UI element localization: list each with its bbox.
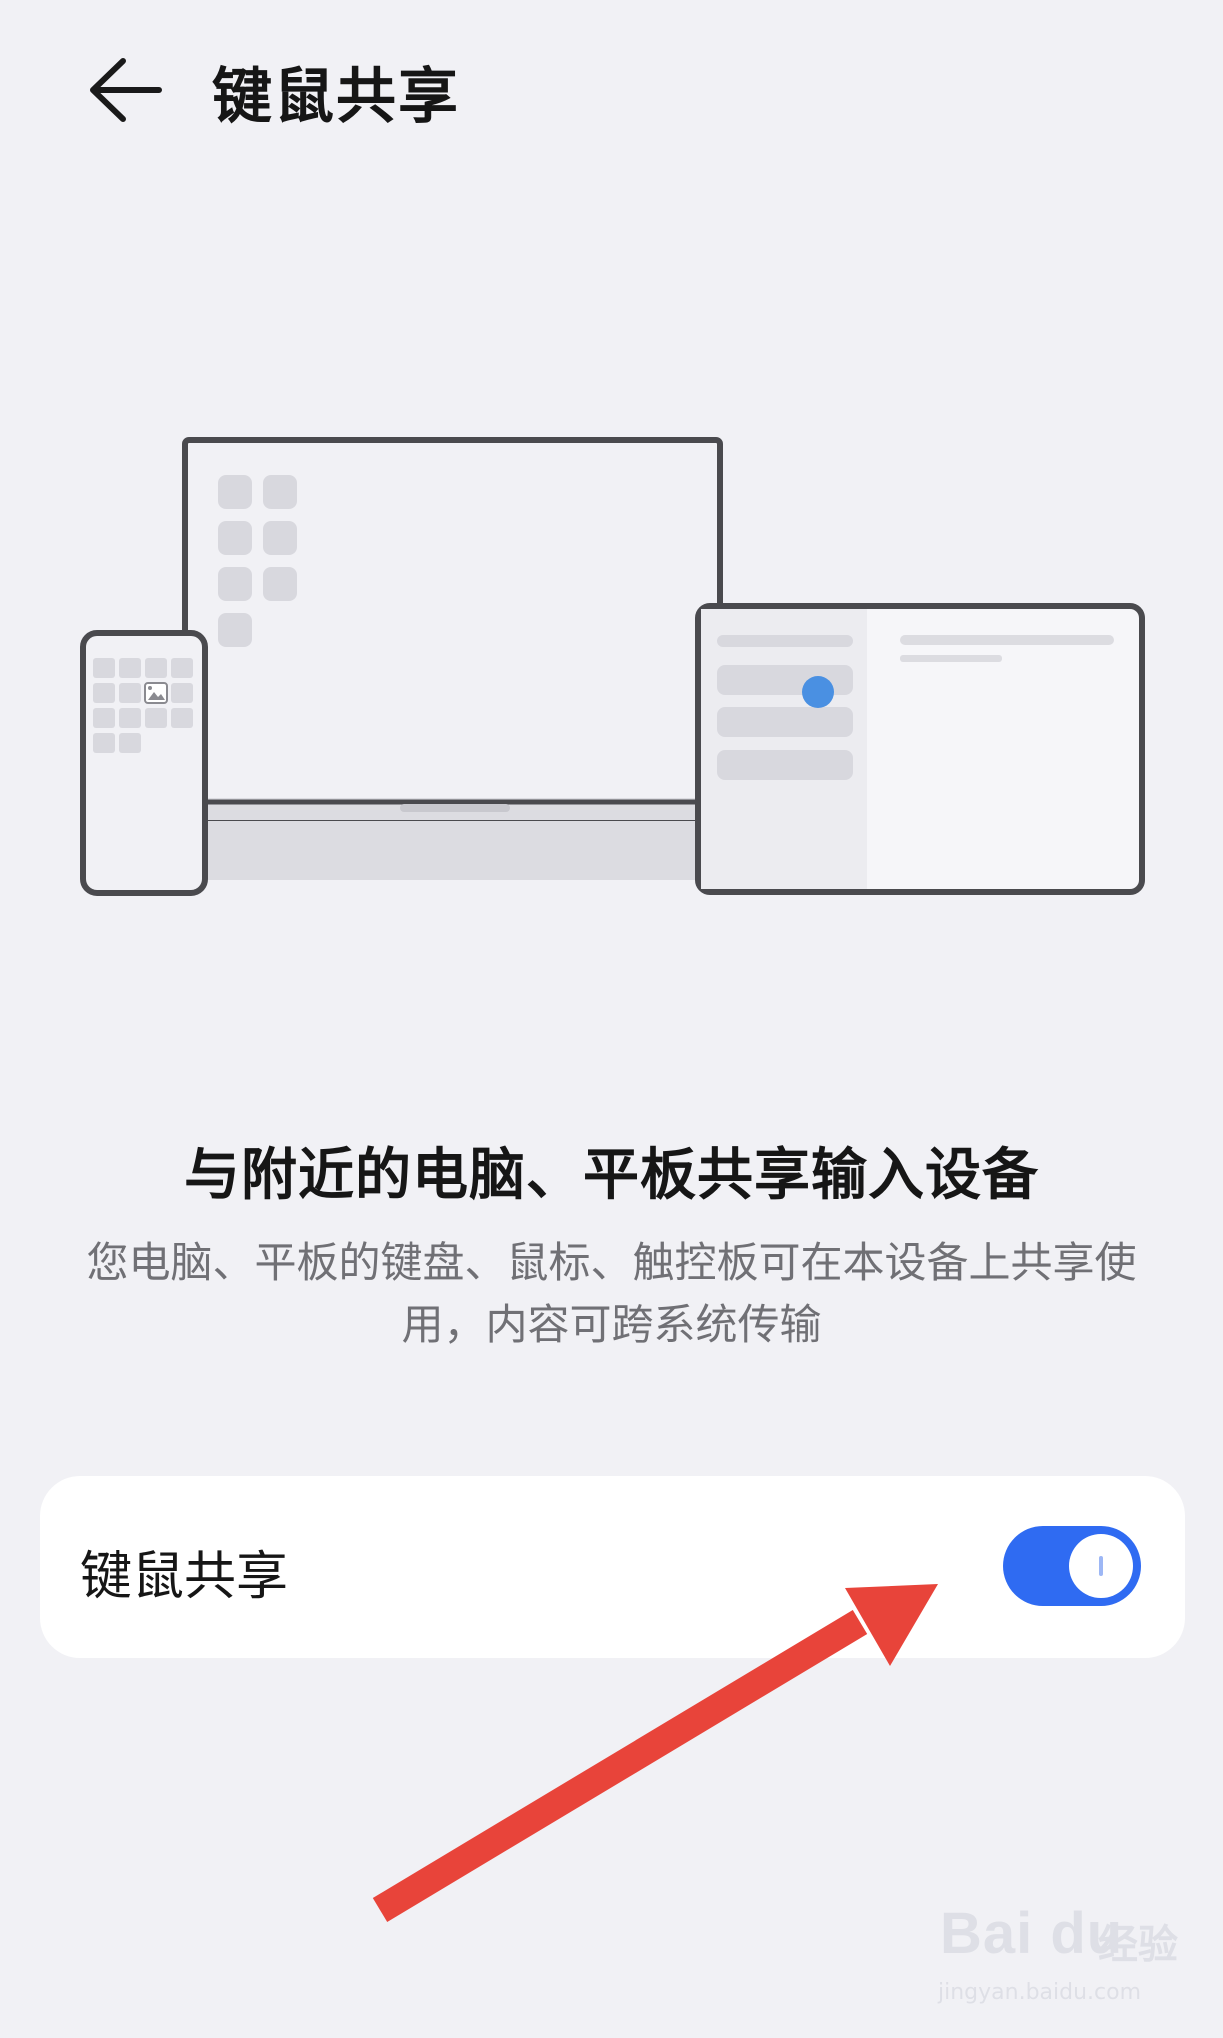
setting-card: 键鼠共享 [40,1476,1185,1658]
watermark-url: jingyan.baidu.com [938,1980,1142,2005]
baidu-watermark: Bai du 经验 jingyan.baidu.com [930,1900,1190,2010]
keyboard-mouse-share-toggle[interactable] [1003,1526,1141,1606]
feature-headline: 与附近的电脑、平板共享输入设备 [184,1143,1039,1208]
setting-label: 键鼠共享 [80,1547,289,1607]
arrow-left-icon [90,58,162,122]
devices-illustration [80,437,1145,896]
toggle-knob [1069,1534,1133,1598]
settings-page: 键鼠共享 与附近的电脑、平板共享输入设备 您电脑、平板的键盘、鼠标、触控板可在本… [0,0,1223,2038]
cursor-dot [802,676,834,708]
page-title: 键鼠共享 [212,62,460,132]
feature-description: 您电脑、平板的键盘、鼠标、触控板可在本设备上共享使用，内容可跨系统传输 [86,1238,1137,1349]
laptop-illustration [182,437,723,880]
back-button[interactable] [70,40,180,140]
phone-illustration [80,630,208,896]
watermark-logo: Bai du [940,1901,1124,1966]
tablet-illustration [695,603,1145,895]
toggle-knob-mark [1099,1556,1103,1576]
watermark-cn: 经验 [1098,1922,1178,1968]
